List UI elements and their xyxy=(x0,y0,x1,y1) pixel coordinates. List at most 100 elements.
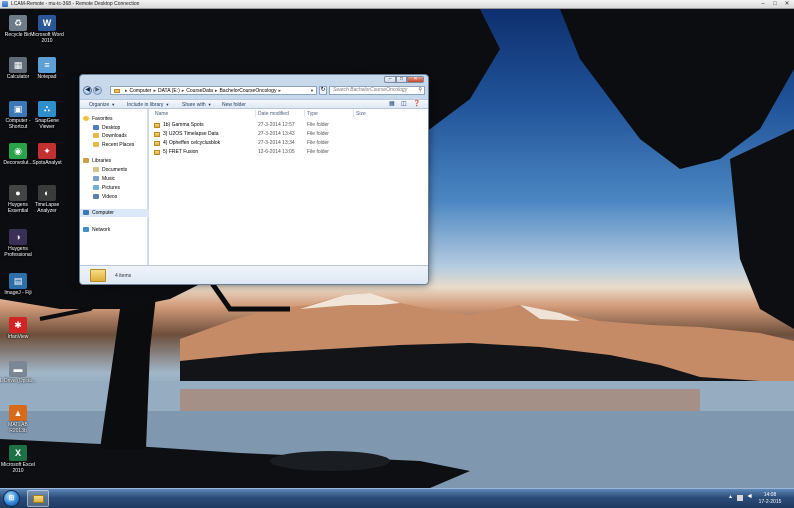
file-date: 12-6-2014 13:05 xyxy=(258,149,295,155)
chevron-down-icon: ▼ xyxy=(111,102,116,107)
breadcrumb-computer[interactable]: Computer xyxy=(130,88,152,94)
desktop-icon-notepad[interactable]: ≡ Notepad xyxy=(29,57,65,80)
file-row[interactable]: 1b) Gamma Spots 27-3-2014 12:57 File fol… xyxy=(149,121,428,130)
snapgene-icon: ∴ xyxy=(38,101,56,117)
command-bar: Organize ▼ Include in library ▼ Share with… xyxy=(80,99,428,109)
rdp-title-bar[interactable]: LCAM-Remote - mu-tc-368 - Remote Desktop… xyxy=(0,0,794,9)
minimize-button[interactable]: – xyxy=(384,76,396,83)
desktop-icon-word[interactable]: W Microsoft Word 2010 xyxy=(29,15,65,44)
pictures-icon xyxy=(93,185,99,190)
matlab-icon: ▲ xyxy=(9,405,27,421)
start-button[interactable]: ⊞ xyxy=(3,490,20,507)
nav-libraries[interactable]: Libraries xyxy=(83,157,151,165)
clock[interactable]: 14:08 17-2-2015 xyxy=(756,492,784,506)
videos-icon xyxy=(93,194,99,199)
desktop-icon-spots-analyst[interactable]: ✦ SpotsAnalyst xyxy=(29,143,65,166)
chevron-right-icon[interactable]: ▸ xyxy=(182,88,185,94)
nav-documents-label: Documents xyxy=(102,167,128,173)
column-divider[interactable] xyxy=(353,110,354,117)
desktop-icon-matlab[interactable]: ▲ MATLAB R2013b xyxy=(0,405,36,434)
desktop-icon-snapgene[interactable]: ∴ SnapGene Viewer xyxy=(29,101,65,130)
show-hidden-icons-icon[interactable]: ▲ xyxy=(728,494,733,500)
column-divider[interactable] xyxy=(255,110,256,117)
include-in-library-button[interactable]: Include in library ▼ xyxy=(127,102,169,108)
close-button[interactable]: ✕ xyxy=(407,76,424,83)
column-header-size[interactable]: Size xyxy=(356,111,366,117)
chevron-down-icon: ▼ xyxy=(165,102,170,107)
documents-icon xyxy=(93,167,99,172)
star-icon xyxy=(83,116,89,121)
preview-pane-icon[interactable]: ◫ xyxy=(401,101,408,107)
nav-favorites-label: Favorites xyxy=(92,116,113,122)
change-view-icon[interactable]: ▦ xyxy=(389,101,396,107)
item-count: 4 items xyxy=(115,273,132,279)
nav-pictures-label: Pictures xyxy=(102,185,121,191)
folder-icon xyxy=(90,269,106,282)
clock-date: 17-2-2015 xyxy=(758,499,782,505)
breadcrumb-coursedata[interactable]: CourseData xyxy=(186,88,213,94)
share-with-button[interactable]: Share with ▼ xyxy=(182,102,212,108)
forward-button[interactable]: ▶ xyxy=(93,86,102,95)
file-row[interactable]: 4) Opheffen celcyclusblok 27-3-2014 13:3… xyxy=(149,139,428,148)
desktop-icon-excel[interactable]: X Microsoft Excel 2010 xyxy=(0,445,36,474)
column-header-type[interactable]: Type xyxy=(307,111,318,117)
desktop-icon-l-drive[interactable]: ▬ L Drive (Opsla... xyxy=(0,361,36,384)
file-row[interactable]: 3) U2OS Timelapse Data 27-3-2014 13:43 F… xyxy=(149,130,428,139)
maximize-button[interactable]: □ xyxy=(396,76,407,83)
computer-icon xyxy=(83,210,89,215)
search-icon[interactable]: ⚲ xyxy=(418,87,422,94)
file-row[interactable]: 5) FRET Fusion 12-6-2014 13:05 File fold… xyxy=(149,148,428,157)
huygens-professional-icon: ◑ xyxy=(9,229,27,245)
taskbar-explorer-button[interactable] xyxy=(27,490,49,507)
column-divider[interactable] xyxy=(304,110,305,117)
rdp-title: LCAM-Remote - mu-tc-368 - Remote Desktop… xyxy=(11,1,140,7)
file-date: 27-3-2014 13:34 xyxy=(258,140,295,146)
breadcrumb-bachelorcourseoncology[interactable]: BachelorCourseOncology xyxy=(219,88,276,94)
address-bar[interactable]: ▸ Computer ▸ DATA (E:) ▸ CourseData ▸ Ba… xyxy=(110,86,317,95)
computer-icon: ▣ xyxy=(9,101,27,117)
nav-favorites[interactable]: Favorites xyxy=(83,115,151,123)
chevron-right-icon[interactable]: ▸ xyxy=(278,88,281,94)
action-center-flag-icon[interactable] xyxy=(737,495,743,501)
desktop-icon-label: TimeLapse Analyzer xyxy=(34,202,60,214)
word-icon: W xyxy=(38,15,56,31)
desktop-icon-huygens-professional[interactable]: ◑ Huygens Professional xyxy=(0,229,36,258)
desktop-icon-timelapse-analyzer[interactable]: ◐ TimeLapse Analyzer xyxy=(29,185,65,214)
chevron-right-icon[interactable]: ▸ xyxy=(153,88,156,94)
search-input[interactable]: Search BachelorCourseOncology ⚲ xyxy=(329,86,425,95)
rdp-minimize-button[interactable]: – xyxy=(759,1,767,7)
calculator-icon: ▦ xyxy=(9,57,27,73)
column-header-date-modified[interactable]: Date modified xyxy=(258,111,289,117)
organize-button[interactable]: Organize ▼ xyxy=(89,102,115,108)
help-icon[interactable]: ❓ xyxy=(413,101,420,107)
chevron-right-icon[interactable]: ▸ xyxy=(215,88,218,94)
share-with-label: Share with xyxy=(182,102,206,108)
network-icon xyxy=(83,227,89,232)
folder-icon xyxy=(154,141,160,146)
volume-icon[interactable]: ◄ xyxy=(746,493,753,500)
desktop-icon-imagej[interactable]: ▤ ImageJ - Fiji xyxy=(0,273,36,296)
new-folder-button[interactable]: New folder xyxy=(222,102,246,108)
explorer-title-bar[interactable]: – □ ✕ xyxy=(80,75,428,84)
explorer-window[interactable]: – □ ✕ ◀ ▶ ▸ Computer ▸ DATA (E:) ▸ Cours… xyxy=(79,74,429,285)
nav-network[interactable]: Network xyxy=(83,226,151,234)
refresh-button[interactable]: ↻ xyxy=(319,86,327,95)
chevron-down-icon: ▼ xyxy=(207,102,212,107)
desktop-icon-irfanview[interactable]: ✱ IrfanView xyxy=(0,317,36,340)
chevron-down-icon[interactable]: ▼ xyxy=(310,88,314,93)
huygens-essential-icon: ● xyxy=(9,185,27,201)
rdp-close-button[interactable]: ✕ xyxy=(783,1,791,7)
file-list[interactable]: Name Date modified Type Size 1b) Gamma S… xyxy=(149,109,428,265)
spots-analyst-icon: ✦ xyxy=(38,143,56,159)
rdp-maximize-button[interactable]: □ xyxy=(771,1,779,7)
file-type: File folder xyxy=(307,140,329,146)
clock-time: 14:08 xyxy=(763,492,777,498)
folder-icon xyxy=(33,495,44,503)
back-button[interactable]: ◀ xyxy=(83,86,92,95)
breadcrumb-data-drive[interactable]: DATA (E:) xyxy=(158,88,180,94)
column-header-name[interactable]: Name xyxy=(155,111,168,117)
nav-computer[interactable]: Computer xyxy=(80,209,151,217)
recent-places-icon xyxy=(93,142,99,147)
organize-label: Organize xyxy=(89,102,110,108)
deconvolution-icon: ◉ xyxy=(9,143,27,159)
